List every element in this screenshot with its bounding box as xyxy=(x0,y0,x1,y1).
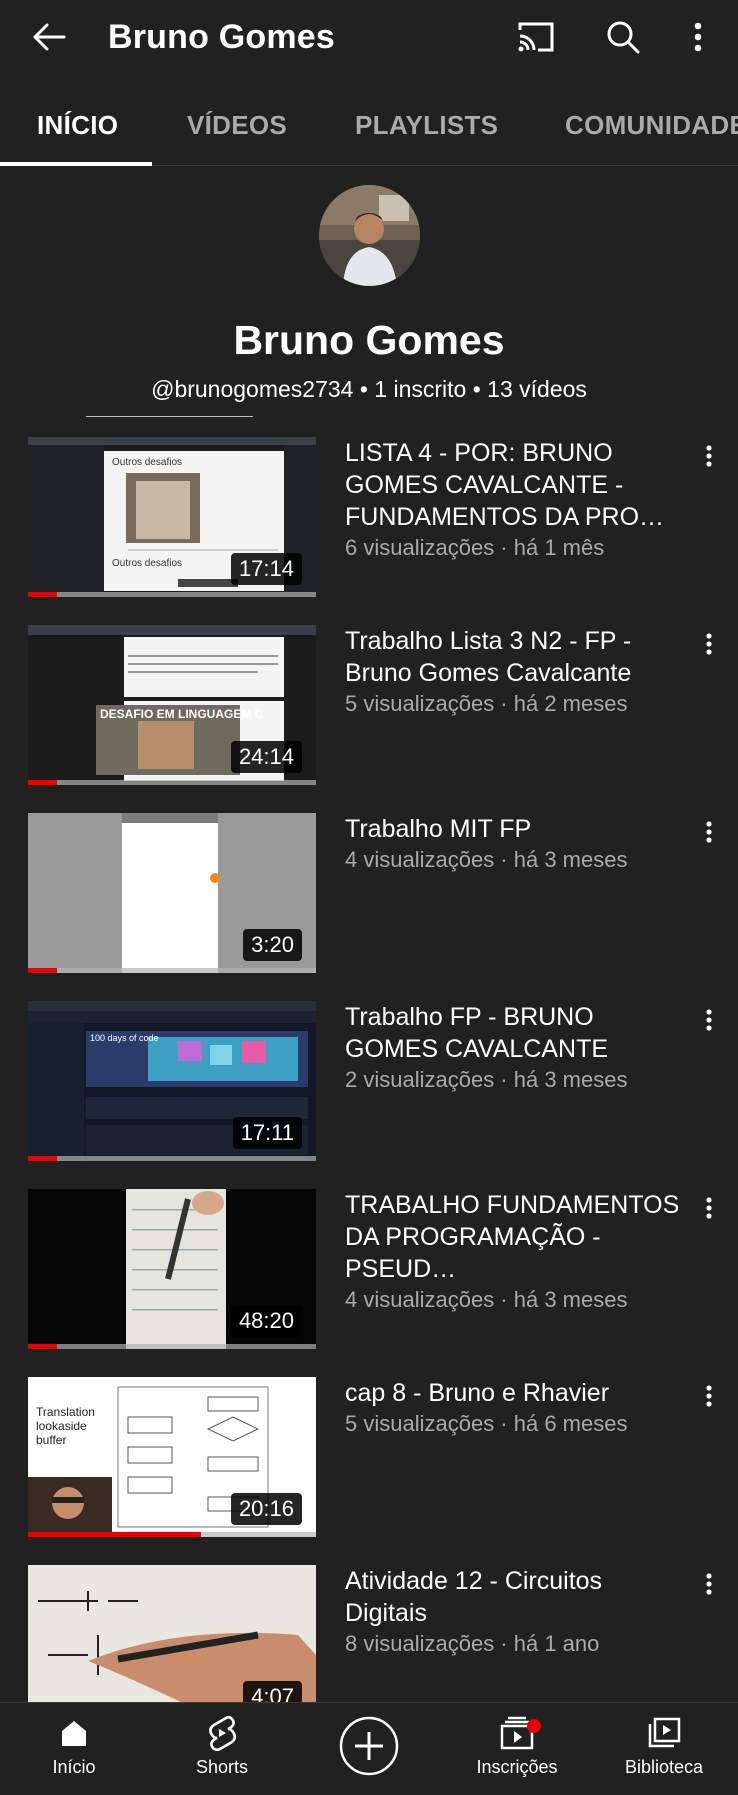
video-more-icon[interactable] xyxy=(696,631,722,657)
video-title: Trabalho MIT FP xyxy=(345,815,532,843)
nav-shorts[interactable]: Shorts xyxy=(162,1713,282,1778)
tab-videos[interactable]: VÍDEOS xyxy=(187,110,287,141)
video-meta: 4 visualizações · há 3 meses xyxy=(345,1287,628,1312)
video-meta: 5 visualizações · há 6 meses xyxy=(345,1411,628,1436)
video-info[interactable]: Trabalho FP - BRUNO GOMES CAVALCANTE 2 v… xyxy=(345,1001,685,1095)
video-meta: 6 visualizações · há 1 mês xyxy=(345,535,605,560)
video-item[interactable]: 3:20 Trabalho MIT FP 4 visualizações · h… xyxy=(0,813,738,973)
video-item[interactable]: 4:07 Atividade 12 - Circuitos Digitais 8… xyxy=(0,1565,738,1725)
channel-title: Bruno Gomes xyxy=(108,18,336,56)
video-info[interactable]: Atividade 12 - Circuitos Digitais 8 visu… xyxy=(345,1565,685,1659)
video-title: cap 8 - Bruno e Rhavier xyxy=(345,1379,610,1407)
search-icon[interactable] xyxy=(600,14,646,60)
home-icon xyxy=(14,1713,134,1753)
video-title: Atividade 12 - Circuitos Digitais xyxy=(345,1567,603,1627)
video-thumbnail[interactable]: Translation lookaside buffer 20:16 xyxy=(28,1377,316,1537)
video-info[interactable]: cap 8 - Bruno e Rhavier 5 visualizações … xyxy=(345,1377,685,1439)
watch-progress xyxy=(28,968,57,973)
notification-badge xyxy=(527,1719,541,1733)
library-icon xyxy=(604,1713,724,1753)
video-thumbnail[interactable]: 3:20 xyxy=(28,813,316,973)
thumb-caption: DESAFIO EM LINGUAGEM C xyxy=(100,707,264,721)
watch-progress xyxy=(28,1344,57,1349)
tab-comunidade[interactable]: COMUNIDADE xyxy=(565,110,738,141)
more-vert-icon[interactable] xyxy=(675,14,721,60)
video-duration: 3:20 xyxy=(243,929,302,961)
video-title: Trabalho FP - BRUNO GOMES CAVALCANTE xyxy=(345,1003,609,1063)
thumb-footer: Outros desafios xyxy=(112,558,183,569)
active-tab-indicator xyxy=(0,162,152,166)
nav-label: Shorts xyxy=(195,1757,249,1777)
thumb-text: Translation lookaside buffer xyxy=(36,1405,95,1447)
channel-tabs: INÍCIO VÍDEOS PLAYLISTS COMUNIDADE xyxy=(0,84,738,166)
nav-label: Biblioteca xyxy=(624,1757,704,1777)
video-item[interactable]: 100 days of code 17:11 Trabalho FP - BRU… xyxy=(0,1001,738,1161)
watch-progress xyxy=(28,592,57,597)
cast-icon[interactable] xyxy=(513,14,559,60)
video-info[interactable]: TRABALHO FUNDAMENTOS DA PROGRAMAÇÃO - PS… xyxy=(345,1189,685,1315)
watch-progress xyxy=(28,1156,57,1161)
tab-playlists[interactable]: PLAYLISTS xyxy=(355,110,498,141)
video-meta: 2 visualizações · há 3 meses xyxy=(345,1067,628,1092)
video-item[interactable]: Translation lookaside buffer 20:16 cap 8… xyxy=(0,1377,738,1537)
video-meta: 5 visualizações · há 2 meses xyxy=(345,691,628,716)
video-more-icon[interactable] xyxy=(696,443,722,469)
channel-meta: @brunogomes2734 • 1 inscrito • 13 vídeos xyxy=(151,376,587,402)
tab-inicio[interactable]: INÍCIO xyxy=(37,110,118,141)
nav-inicio[interactable]: Início xyxy=(14,1713,134,1778)
video-duration: 48:20 xyxy=(230,1305,302,1337)
thumb-banner: 100 days of code xyxy=(90,1033,159,1043)
video-duration: 24:14 xyxy=(230,741,302,773)
create-plus-icon xyxy=(309,1715,429,1777)
video-item[interactable]: Outros desafios Outros desafios 17:14 LI… xyxy=(0,437,738,597)
back-arrow-icon[interactable] xyxy=(26,14,72,60)
video-thumbnail[interactable]: 4:07 xyxy=(28,1565,316,1725)
video-thumbnail[interactable]: Outros desafios Outros desafios 17:14 xyxy=(28,437,316,597)
channel-name: Bruno Gomes xyxy=(233,317,505,363)
video-more-icon[interactable] xyxy=(696,1383,722,1409)
watch-progress xyxy=(28,1532,201,1537)
divider xyxy=(86,416,253,417)
video-thumbnail[interactable]: 100 days of code 17:11 xyxy=(28,1001,316,1161)
video-title: Trabalho Lista 3 N2 - FP - Bruno Gomes C… xyxy=(345,627,632,687)
nav-biblioteca[interactable]: Biblioteca xyxy=(604,1713,724,1778)
video-meta: 8 visualizações · há 1 ano xyxy=(345,1631,600,1656)
nav-inscricoes[interactable]: Inscrições xyxy=(457,1713,577,1778)
nav-label: Inscrições xyxy=(476,1757,558,1777)
watch-progress xyxy=(28,780,57,785)
video-more-icon[interactable] xyxy=(696,1571,722,1597)
video-thumbnail[interactable]: DESAFIO EM LINGUAGEM C 24:14 xyxy=(28,625,316,785)
video-info[interactable]: LISTA 4 - POR: BRUNO GOMES CAVALCANTE - … xyxy=(345,437,685,563)
shorts-icon xyxy=(162,1713,282,1753)
bottom-navigation: Início Shorts Inscrições Biblioteca xyxy=(0,1702,738,1795)
video-duration: 17:14 xyxy=(230,553,302,585)
video-more-icon[interactable] xyxy=(696,819,722,845)
channel-avatar[interactable] xyxy=(319,185,420,286)
progress-track xyxy=(28,968,316,973)
video-item[interactable]: DESAFIO EM LINGUAGEM C 24:14 Trabalho Li… xyxy=(0,625,738,785)
nav-create[interactable] xyxy=(309,1715,429,1777)
video-meta: 4 visualizações · há 3 meses xyxy=(345,847,628,872)
nav-label: Início xyxy=(52,1757,96,1777)
video-more-icon[interactable] xyxy=(696,1007,722,1033)
top-app-bar: Bruno Gomes xyxy=(0,0,738,74)
subscriptions-icon xyxy=(457,1713,577,1753)
thumb-heading: Outros desafios xyxy=(112,457,183,468)
video-item[interactable]: 48:20 TRABALHO FUNDAMENTOS DA PROGRAMAÇÃ… xyxy=(0,1189,738,1349)
video-title: LISTA 4 - POR: BRUNO GOMES CAVALCANTE - … xyxy=(345,439,665,531)
video-title: TRABALHO FUNDAMENTOS DA PROGRAMAÇÃO - PS… xyxy=(345,1191,680,1283)
video-info[interactable]: Trabalho MIT FP 4 visualizações · há 3 m… xyxy=(345,813,685,875)
progress-track xyxy=(28,592,316,597)
video-thumbnail[interactable]: 48:20 xyxy=(28,1189,316,1349)
video-duration: 17:11 xyxy=(232,1117,302,1149)
progress-track xyxy=(28,780,316,785)
video-info[interactable]: Trabalho Lista 3 N2 - FP - Bruno Gomes C… xyxy=(345,625,685,719)
video-more-icon[interactable] xyxy=(696,1195,722,1221)
progress-track xyxy=(28,1156,316,1161)
progress-track xyxy=(28,1344,316,1349)
video-duration: 20:16 xyxy=(230,1493,302,1525)
